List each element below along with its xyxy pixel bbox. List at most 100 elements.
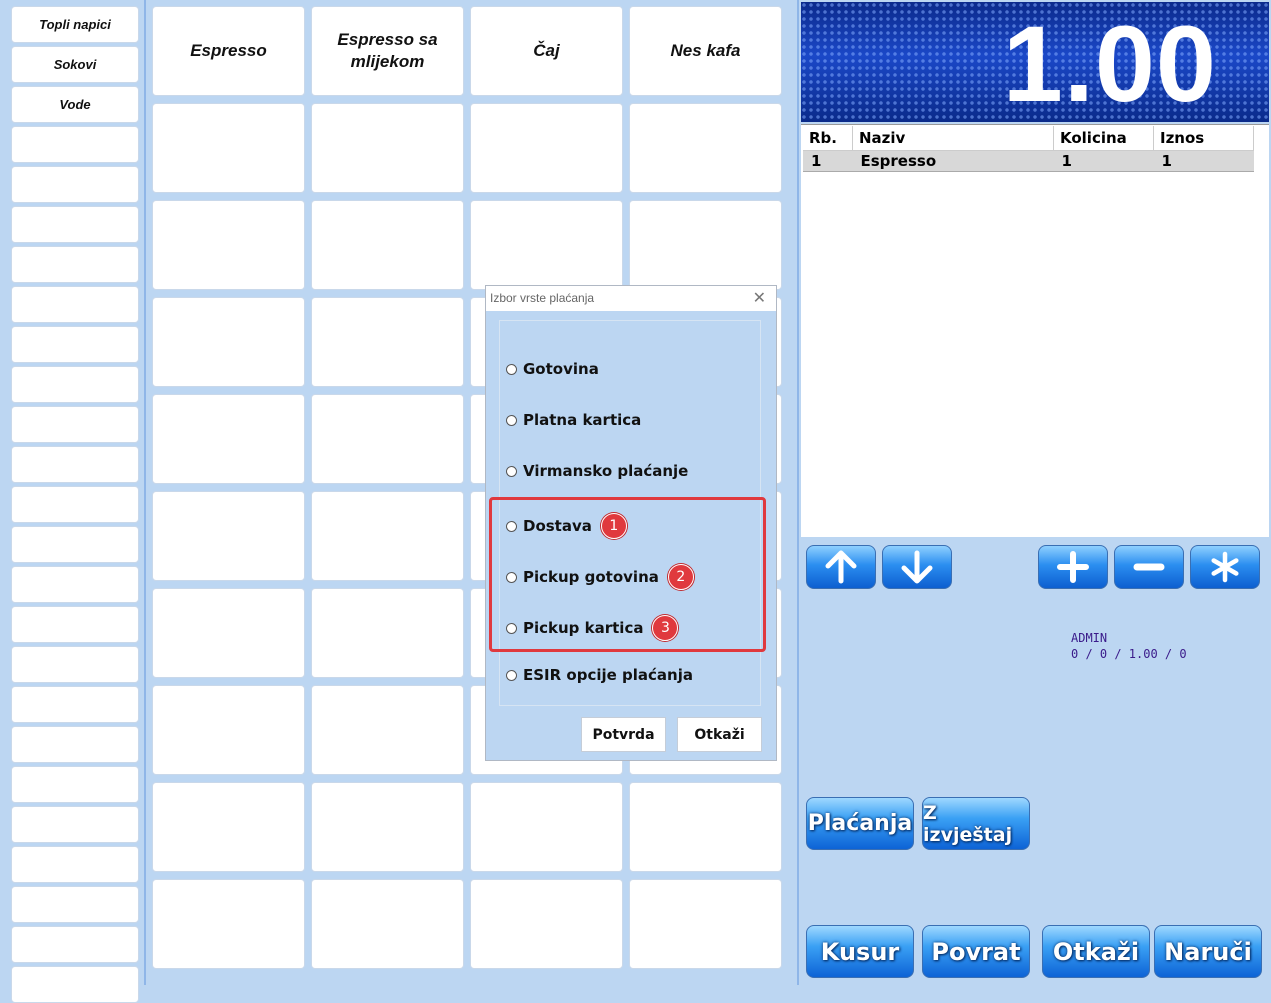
move-down-button[interactable] xyxy=(882,545,952,589)
empty-category-slot[interactable] xyxy=(11,246,139,283)
payment-option[interactable]: Virmansko plaćanje xyxy=(506,462,688,480)
empty-product-slot[interactable] xyxy=(311,491,464,581)
product-button[interactable]: Espresso sa mlijekom xyxy=(311,6,464,96)
payment-option-label: Virmansko plaćanje xyxy=(523,462,689,480)
status-info: ADMIN 0 / 0 / 1.00 / 0 xyxy=(1071,630,1187,662)
col-rb: Rb. xyxy=(803,126,853,151)
total-amount: 1.00 xyxy=(1002,3,1217,124)
empty-category-slot[interactable] xyxy=(11,726,139,763)
empty-product-slot[interactable] xyxy=(152,588,305,678)
empty-product-slot[interactable] xyxy=(470,103,623,193)
plus-icon xyxy=(1057,551,1089,583)
annotation-badge: 3 xyxy=(652,615,679,641)
naruci-button[interactable]: Naruči xyxy=(1154,925,1262,978)
payment-option-label: Gotovina xyxy=(523,360,599,378)
empty-product-slot[interactable] xyxy=(152,297,305,387)
category-button[interactable]: Sokovi xyxy=(11,46,139,83)
z-izvjestaj-button[interactable]: Z izvještaj xyxy=(922,797,1030,850)
empty-product-slot[interactable] xyxy=(311,297,464,387)
empty-category-slot[interactable] xyxy=(11,606,139,643)
empty-category-slot[interactable] xyxy=(11,686,139,723)
asterisk-button[interactable] xyxy=(1190,545,1260,589)
category-column: Topli napici Sokovi Vode xyxy=(0,0,146,1003)
empty-category-slot[interactable] xyxy=(11,446,139,483)
radio-button[interactable] xyxy=(506,571,517,583)
empty-product-slot[interactable] xyxy=(629,200,782,290)
radio-button[interactable] xyxy=(506,669,517,681)
radio-button[interactable] xyxy=(506,363,517,375)
payment-option[interactable]: Platna kartica xyxy=(506,411,641,429)
empty-product-slot[interactable] xyxy=(152,491,305,581)
empty-product-slot[interactable] xyxy=(629,782,782,872)
empty-product-slot[interactable] xyxy=(311,685,464,775)
empty-category-slot[interactable] xyxy=(11,926,139,963)
placanja-button[interactable]: Plaćanja xyxy=(806,797,914,850)
empty-product-slot[interactable] xyxy=(152,685,305,775)
empty-product-slot[interactable] xyxy=(311,394,464,484)
confirm-button[interactable]: Potvrda xyxy=(581,717,666,752)
radio-button[interactable] xyxy=(506,520,517,532)
empty-category-slot[interactable] xyxy=(11,286,139,323)
category-button[interactable]: Vode xyxy=(11,86,139,123)
empty-product-slot[interactable] xyxy=(152,782,305,872)
right-panel: 1.00 Rb. Naziv Kolicina Iznos 1 Espresso… xyxy=(797,0,1271,985)
empty-category-slot[interactable] xyxy=(11,326,139,363)
empty-product-slot[interactable] xyxy=(470,879,623,969)
annotation-badge: 1 xyxy=(600,513,627,539)
payment-option[interactable]: Pickup kartica 3 xyxy=(506,615,679,641)
product-button[interactable]: Espresso xyxy=(152,6,305,96)
empty-category-slot[interactable] xyxy=(11,406,139,443)
move-up-button[interactable] xyxy=(806,545,876,589)
cancel-button[interactable]: Otkaži xyxy=(677,717,762,752)
table-row[interactable]: 1 Espresso 1 1 xyxy=(803,150,1254,172)
empty-product-slot[interactable] xyxy=(470,782,623,872)
empty-product-slot[interactable] xyxy=(311,103,464,193)
close-icon[interactable]: ✕ xyxy=(753,286,766,311)
dialog-title-bar: Izbor vrste plaćanja ✕ xyxy=(486,286,776,311)
empty-product-slot[interactable] xyxy=(311,782,464,872)
empty-product-slot[interactable] xyxy=(470,200,623,290)
empty-category-slot[interactable] xyxy=(11,646,139,683)
product-button[interactable]: Čaj xyxy=(470,6,623,96)
order-header-row: Rb. Naziv Kolicina Iznos xyxy=(803,126,1254,151)
empty-category-slot[interactable] xyxy=(11,846,139,883)
radio-button[interactable] xyxy=(506,622,517,634)
empty-category-slot[interactable] xyxy=(11,166,139,203)
empty-product-slot[interactable] xyxy=(152,879,305,969)
payment-option[interactable]: Dostava 1 xyxy=(506,513,627,539)
category-button[interactable]: Topli napici xyxy=(11,6,139,43)
row-kolicina: 1 xyxy=(1053,150,1154,172)
decrease-quantity-button[interactable] xyxy=(1114,545,1184,589)
empty-category-slot[interactable] xyxy=(11,806,139,843)
empty-product-slot[interactable] xyxy=(152,103,305,193)
empty-category-slot[interactable] xyxy=(11,566,139,603)
empty-product-slot[interactable] xyxy=(152,394,305,484)
kusur-button[interactable]: Kusur xyxy=(806,925,914,978)
empty-product-slot[interactable] xyxy=(629,103,782,193)
payment-option-label: ESIR opcije plaćanja xyxy=(523,666,693,684)
radio-button[interactable] xyxy=(506,465,517,477)
empty-product-slot[interactable] xyxy=(629,879,782,969)
product-button[interactable]: Nes kafa xyxy=(629,6,782,96)
empty-product-slot[interactable] xyxy=(311,879,464,969)
col-naziv: Naziv xyxy=(852,126,1054,151)
empty-category-slot[interactable] xyxy=(11,886,139,923)
order-list[interactable]: Rb. Naziv Kolicina Iznos 1 Espresso 1 1 xyxy=(801,124,1269,537)
empty-product-slot[interactable] xyxy=(311,200,464,290)
radio-button[interactable] xyxy=(506,414,517,426)
payment-type-dialog: Izbor vrste plaćanja ✕ Gotovina Platna ka… xyxy=(485,285,777,761)
empty-product-slot[interactable] xyxy=(152,200,305,290)
empty-product-slot[interactable] xyxy=(311,588,464,678)
empty-category-slot[interactable] xyxy=(11,206,139,243)
payment-option[interactable]: ESIR opcije plaćanja xyxy=(506,666,693,684)
povrat-button[interactable]: Povrat xyxy=(922,925,1030,978)
otkazi-button[interactable]: Otkaži xyxy=(1042,925,1150,978)
empty-category-slot[interactable] xyxy=(11,766,139,803)
payment-option[interactable]: Pickup gotovina 2 xyxy=(506,564,694,590)
increase-quantity-button[interactable] xyxy=(1038,545,1108,589)
payment-option[interactable]: Gotovina xyxy=(506,360,599,378)
empty-category-slot[interactable] xyxy=(11,366,139,403)
empty-category-slot[interactable] xyxy=(11,486,139,523)
empty-category-slot[interactable] xyxy=(11,126,139,163)
empty-category-slot[interactable] xyxy=(11,526,139,563)
